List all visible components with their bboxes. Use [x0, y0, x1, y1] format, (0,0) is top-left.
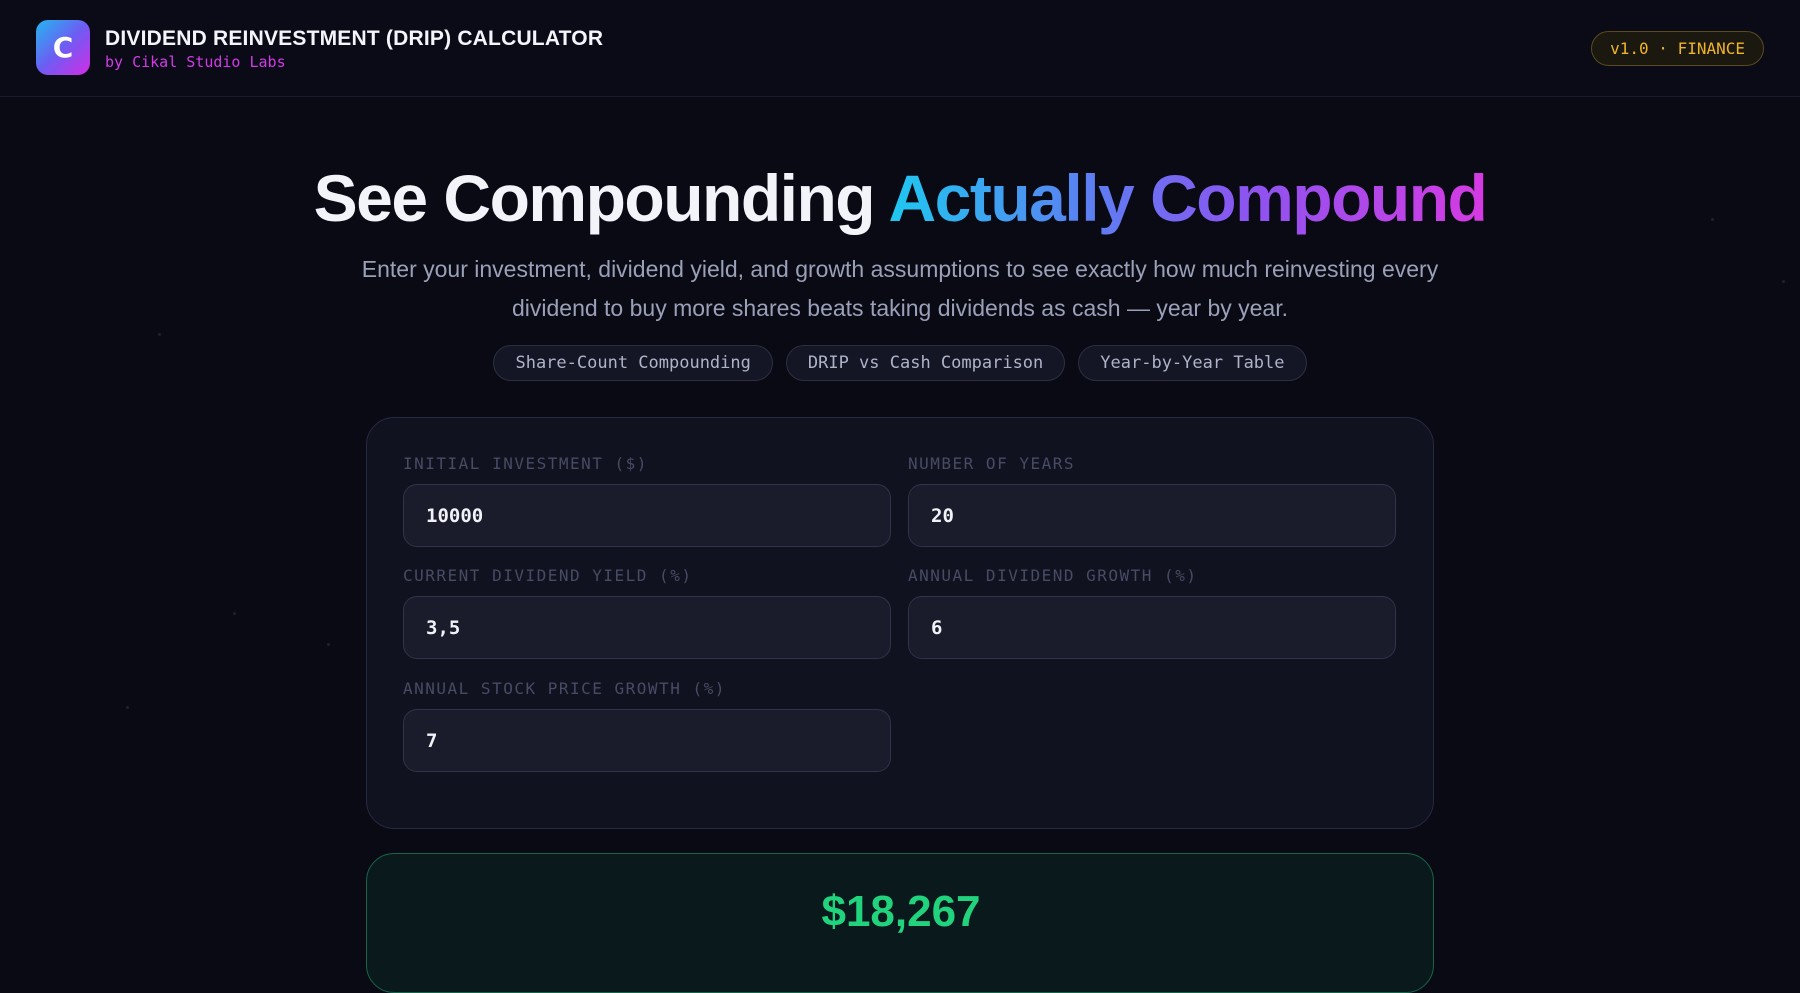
chip-share-count-compounding: Share-Count Compounding	[493, 345, 773, 381]
price-growth-field: ANNUAL STOCK PRICE GROWTH (%)	[403, 679, 891, 772]
dividend-growth-input[interactable]	[908, 596, 1396, 659]
background-dot	[327, 643, 330, 646]
dividend-growth-field: ANNUAL DIVIDEND GROWTH (%)	[908, 566, 1396, 659]
price-growth-label: ANNUAL STOCK PRICE GROWTH (%)	[403, 679, 726, 698]
app-subtitle[interactable]: by Cikal Studio Labs	[105, 53, 286, 71]
result-value: $18,267	[821, 887, 981, 936]
hero-title-accent: Actually Compound	[888, 161, 1488, 235]
number-of-years-label: NUMBER OF YEARS	[908, 454, 1075, 473]
initial-investment-field: INITIAL INVESTMENT ($)	[403, 454, 891, 547]
calculator-form: INITIAL INVESTMENT ($) NUMBER OF YEARS C…	[366, 417, 1434, 829]
result-card: $18,267	[366, 853, 1434, 993]
chip-year-by-year-table: Year-by-Year Table	[1078, 345, 1307, 381]
feature-chips: Share-Count Compounding DRIP vs Cash Com…	[0, 345, 1800, 381]
background-dot	[1782, 280, 1785, 283]
initial-investment-input[interactable]	[403, 484, 891, 547]
dividend-yield-field: CURRENT DIVIDEND YIELD (%)	[403, 566, 891, 659]
hero-title: See Compounding Actually Compound	[0, 160, 1800, 236]
version-badge: v1.0 · FINANCE	[1591, 31, 1764, 66]
price-growth-input[interactable]	[403, 709, 891, 772]
dividend-growth-label: ANNUAL DIVIDEND GROWTH (%)	[908, 566, 1198, 585]
dividend-yield-input[interactable]	[403, 596, 891, 659]
background-dot	[126, 706, 129, 709]
dividend-yield-label: CURRENT DIVIDEND YIELD (%)	[403, 566, 693, 585]
background-dot	[233, 612, 236, 615]
hero-title-plain: See Compounding	[313, 161, 889, 235]
number-of-years-field: NUMBER OF YEARS	[908, 454, 1396, 547]
initial-investment-label: INITIAL INVESTMENT ($)	[403, 454, 648, 473]
app-logo[interactable]: C	[36, 20, 90, 75]
chip-drip-vs-cash: DRIP vs Cash Comparison	[785, 345, 1066, 381]
app-header: C DIVIDEND REINVESTMENT (DRIP) CALCULATO…	[0, 0, 1800, 97]
number-of-years-input[interactable]	[908, 484, 1396, 547]
background-dot	[158, 333, 161, 336]
hero-description: Enter your investment, dividend yield, a…	[361, 256, 1439, 321]
app-title: DIVIDEND REINVESTMENT (DRIP) CALCULATOR	[105, 27, 604, 50]
